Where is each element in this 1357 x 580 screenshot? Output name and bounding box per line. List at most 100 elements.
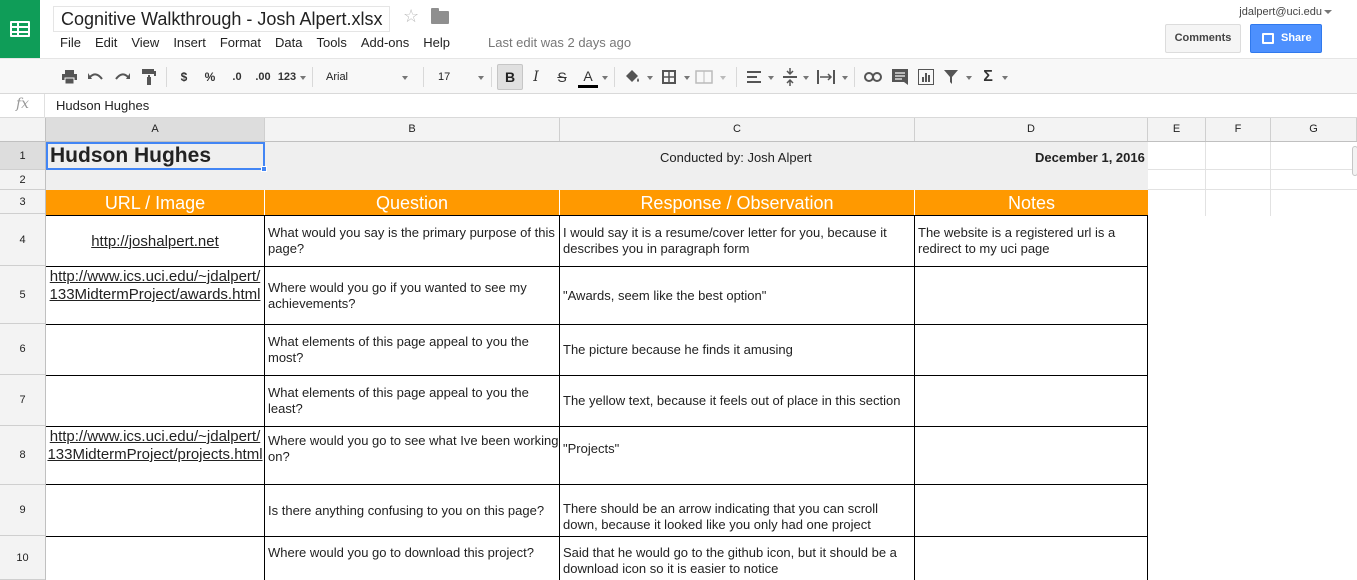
header-url-image[interactable]: URL / Image	[46, 190, 265, 215]
column-header-f[interactable]: F	[1206, 118, 1271, 141]
font-family-select[interactable]: Arial	[319, 66, 413, 88]
cell-b4-question[interactable]: What would you say is the primary purpos…	[265, 216, 559, 266]
row-header-10[interactable]: 10	[0, 536, 45, 580]
horizontal-align-icon[interactable]	[747, 71, 761, 83]
cell-d1-date[interactable]: December 1, 2016	[1035, 150, 1145, 165]
percent-format-button[interactable]: %	[201, 66, 219, 88]
row-header-5[interactable]: 5	[0, 266, 45, 324]
cell-a8-url[interactable]: http://www.ics.uci.edu/~jdalpert/133Midt…	[46, 428, 264, 464]
folder-icon[interactable]	[431, 8, 449, 24]
vertical-align-icon[interactable]	[783, 68, 797, 86]
select-all-corner[interactable]	[0, 118, 46, 141]
user-account[interactable]: jdalpert@uci.edu	[1239, 6, 1322, 18]
menu-tools[interactable]: Tools	[316, 35, 346, 51]
vertical-scrollbar[interactable]	[1352, 146, 1357, 176]
column-header-g[interactable]: G	[1271, 118, 1357, 141]
font-family-dropdown-icon[interactable]	[402, 76, 408, 80]
menu-data[interactable]: Data	[275, 35, 302, 51]
formula-input[interactable]: Hudson Hughes	[56, 98, 149, 113]
row-header-1[interactable]: 1	[0, 142, 45, 170]
fill-color-icon[interactable]	[624, 69, 640, 84]
cell-b10-question[interactable]: Where would you go to download this proj…	[265, 537, 559, 569]
text-wrap-icon[interactable]	[817, 70, 835, 84]
borders-dropdown-icon[interactable]	[684, 76, 690, 80]
menu-add-ons[interactable]: Add-ons	[361, 35, 409, 51]
print-icon[interactable]	[62, 70, 77, 84]
last-edit-status[interactable]: Last edit was 2 days ago	[488, 35, 631, 51]
header-question[interactable]: Question	[265, 190, 560, 215]
filter-icon[interactable]	[944, 70, 958, 84]
document-title[interactable]: Cognitive Walkthrough - Josh Alpert.xlsx	[53, 6, 391, 32]
text-color-dropdown-icon[interactable]	[602, 76, 608, 80]
cell-c10-response[interactable]: Said that he would go to the github icon…	[560, 545, 914, 580]
row-header-8[interactable]: 8	[0, 426, 45, 485]
row-header-3[interactable]: 3	[0, 190, 45, 214]
italic-button[interactable]: I	[527, 66, 545, 88]
increase-decimal-button[interactable]: .00	[252, 66, 274, 88]
cell-a1-participant-name[interactable]: Hudson Hughes	[46, 142, 265, 170]
cell-b6-question[interactable]: What elements of this page appeal to you…	[265, 325, 559, 375]
functions-dropdown-icon[interactable]	[1002, 76, 1008, 80]
redo-icon[interactable]	[114, 71, 130, 83]
menu-format[interactable]: Format	[220, 35, 261, 51]
decrease-decimal-button[interactable]: .0	[227, 66, 247, 88]
column-header-d[interactable]: D	[915, 118, 1148, 141]
menu-view[interactable]: View	[131, 35, 159, 51]
cell-c7-response[interactable]: The yellow text, because it feels out of…	[560, 376, 914, 426]
cell-b5-question[interactable]: Where would you go if you wanted to see …	[265, 267, 559, 324]
borders-icon[interactable]	[662, 70, 676, 84]
filter-dropdown-icon[interactable]	[966, 76, 972, 80]
currency-format-button[interactable]: $	[176, 66, 192, 88]
undo-icon[interactable]	[88, 71, 104, 83]
strikethrough-button[interactable]: S	[553, 66, 571, 88]
row-header-7[interactable]: 7	[0, 375, 45, 426]
header-notes[interactable]: Notes	[915, 190, 1148, 215]
row-header-2[interactable]: 2	[0, 170, 45, 190]
horizontal-align-dropdown-icon[interactable]	[768, 76, 774, 80]
number-format-dropdown-icon[interactable]	[300, 76, 306, 80]
menu-file[interactable]: File	[60, 35, 81, 51]
text-wrap-dropdown-icon[interactable]	[842, 76, 848, 80]
cell-d5-notes[interactable]	[915, 267, 1147, 324]
row-header-4[interactable]: 4	[0, 214, 45, 266]
functions-button[interactable]: Σ	[980, 66, 996, 88]
cell-c1-conducted-by[interactable]: Conducted by: Josh Alpert	[660, 150, 812, 165]
merge-cells-icon[interactable]	[695, 70, 713, 84]
star-icon[interactable]: ☆	[403, 6, 419, 27]
fill-color-dropdown-icon[interactable]	[647, 76, 653, 80]
bold-button[interactable]: B	[497, 64, 523, 90]
insert-comment-icon[interactable]	[892, 69, 908, 85]
account-dropdown-icon[interactable]	[1324, 10, 1332, 14]
fill-handle[interactable]	[261, 166, 267, 172]
insert-link-icon[interactable]	[864, 72, 882, 82]
font-size-dropdown-icon[interactable]	[478, 76, 484, 80]
share-button[interactable]: Share	[1250, 24, 1322, 53]
sheets-logo-icon[interactable]	[0, 0, 40, 58]
cell-c6-response[interactable]: The picture because he finds it amusing	[560, 325, 914, 375]
cell-b9-question[interactable]: Is there anything confusing to you on th…	[265, 485, 559, 536]
number-format-button[interactable]: 123	[276, 66, 298, 88]
cell-c4-response[interactable]: I would say it is a resume/cover letter …	[560, 216, 914, 266]
merge-dropdown-icon[interactable]	[720, 76, 726, 80]
text-color-button[interactable]: A	[578, 66, 598, 88]
menu-help[interactable]: Help	[423, 35, 450, 51]
insert-chart-icon[interactable]	[918, 69, 934, 85]
cell-a4-url[interactable]: http://joshalpert.net	[46, 233, 264, 251]
cell-a5-url[interactable]: http://www.ics.uci.edu/~jdalpert/133Midt…	[46, 268, 264, 304]
header-response-observation[interactable]: Response / Observation	[560, 190, 915, 215]
menu-edit[interactable]: Edit	[95, 35, 117, 51]
cell-c9-response[interactable]: There should be an arrow indicating that…	[560, 501, 914, 536]
comments-button[interactable]: Comments	[1165, 24, 1241, 53]
cell-c5-response[interactable]: "Awards, seem like the best option"	[560, 267, 914, 324]
cell-d4-notes[interactable]: The website is a registered url is a red…	[915, 216, 1147, 266]
menu-insert[interactable]: Insert	[173, 35, 206, 51]
row-header-9[interactable]: 9	[0, 485, 45, 536]
paint-format-icon[interactable]	[142, 69, 156, 85]
cell-b7-question[interactable]: What elements of this page appeal to you…	[265, 376, 559, 426]
column-header-c[interactable]: C	[560, 118, 915, 141]
sheet-grid[interactable]: Hudson Hughes Conducted by: Josh Alpert …	[46, 142, 1357, 580]
column-header-e[interactable]: E	[1148, 118, 1206, 141]
column-header-b[interactable]: B	[265, 118, 560, 141]
vertical-align-dropdown-icon[interactable]	[803, 76, 809, 80]
cell-b8-question[interactable]: Where would you go to see what Ive been …	[265, 427, 559, 470]
